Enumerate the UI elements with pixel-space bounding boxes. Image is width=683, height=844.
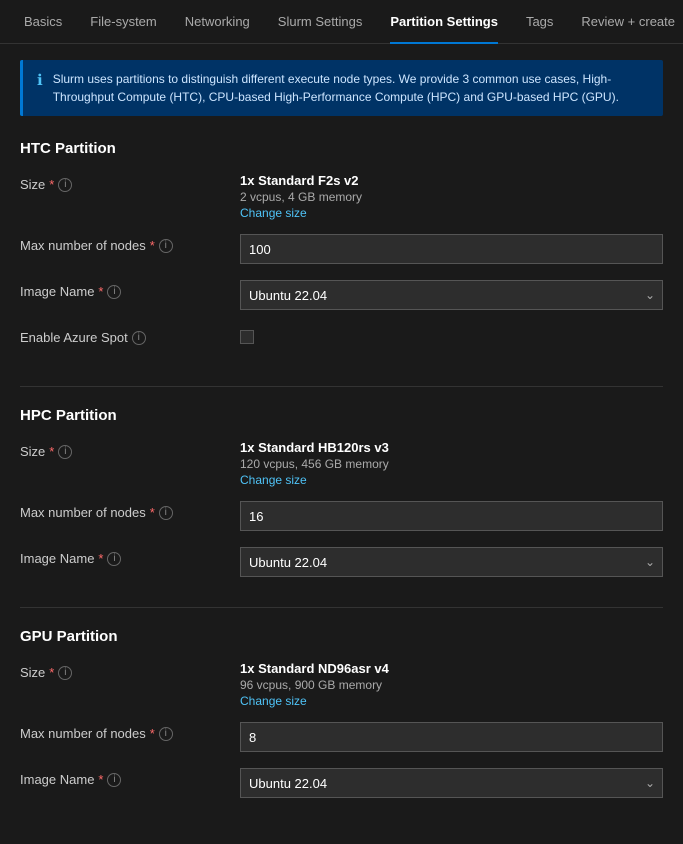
htc-size-row: Size * i 1x Standard F2s v2 2 vcpus, 4 G… — [20, 173, 663, 220]
gpu-size-label: Size * i — [20, 661, 240, 680]
htc-size-display: 1x Standard F2s v2 2 vcpus, 4 GB memory … — [240, 173, 663, 220]
hpc-max-nodes-row: Max number of nodes * i — [20, 501, 663, 533]
htc-max-nodes-control — [240, 234, 663, 264]
htc-azure-spot-checkbox[interactable] — [240, 330, 254, 344]
hpc-max-nodes-label: Max number of nodes * i — [20, 501, 240, 520]
htc-size-required: * — [49, 177, 54, 192]
gpu-max-nodes-row: Max number of nodes * i — [20, 722, 663, 754]
hpc-size-display: 1x Standard HB120rs v3 120 vcpus, 456 GB… — [240, 440, 663, 487]
top-navigation: Basics File-system Networking Slurm Sett… — [0, 0, 683, 44]
gpu-image-required: * — [98, 772, 103, 787]
gpu-partition-title: GPU Partition — [20, 628, 663, 645]
htc-image-required: * — [98, 284, 103, 299]
hpc-max-nodes-input[interactable] — [240, 501, 663, 531]
hpc-size-name: 1x Standard HB120rs v3 — [240, 440, 663, 455]
htc-size-info-icon[interactable]: i — [58, 178, 72, 192]
htc-image-label: Image Name * i — [20, 280, 240, 299]
htc-azure-spot-info-icon[interactable]: i — [132, 331, 146, 345]
gpu-change-size-link[interactable]: Change size — [240, 694, 663, 708]
nav-filesystem[interactable]: File-system — [78, 0, 168, 44]
gpu-size-name: 1x Standard ND96asr v4 — [240, 661, 663, 676]
info-banner-text: Slurm uses partitions to distinguish dif… — [53, 70, 649, 106]
gpu-partition-section: GPU Partition Size * i 1x Standard ND96a… — [20, 628, 663, 800]
htc-image-select[interactable]: Ubuntu 22.04 — [240, 280, 663, 310]
htc-size-label: Size * i — [20, 173, 240, 192]
nav-review-create[interactable]: Review + create — [569, 0, 683, 44]
htc-size-name: 1x Standard F2s v2 — [240, 173, 663, 188]
hpc-size-info-icon[interactable]: i — [58, 445, 72, 459]
gpu-image-row: Image Name * i Ubuntu 22.04 ⌄ — [20, 768, 663, 800]
hpc-image-control: Ubuntu 22.04 ⌄ — [240, 547, 663, 577]
nav-networking[interactable]: Networking — [173, 0, 262, 44]
htc-image-row: Image Name * i Ubuntu 22.04 ⌄ — [20, 280, 663, 312]
gpu-size-specs: 96 vcpus, 900 GB memory — [240, 678, 663, 692]
gpu-image-label: Image Name * i — [20, 768, 240, 787]
gpu-max-nodes-control — [240, 722, 663, 752]
gpu-size-display: 1x Standard ND96asr v4 96 vcpus, 900 GB … — [240, 661, 663, 708]
htc-max-nodes-label: Max number of nodes * i — [20, 234, 240, 253]
htc-size-specs: 2 vcpus, 4 GB memory — [240, 190, 663, 204]
hpc-change-size-link[interactable]: Change size — [240, 473, 663, 487]
hpc-size-required: * — [49, 444, 54, 459]
nav-slurm-settings[interactable]: Slurm Settings — [266, 0, 375, 44]
nav-tags[interactable]: Tags — [514, 0, 565, 44]
gpu-size-row: Size * i 1x Standard ND96asr v4 96 vcpus… — [20, 661, 663, 708]
gpu-max-nodes-input[interactable] — [240, 722, 663, 752]
hpc-partition-title: HPC Partition — [20, 407, 663, 424]
htc-azure-spot-label: Enable Azure Spot i — [20, 326, 240, 345]
hpc-size-specs: 120 vcpus, 456 GB memory — [240, 457, 663, 471]
hpc-image-select[interactable]: Ubuntu 22.04 — [240, 547, 663, 577]
gpu-max-nodes-label: Max number of nodes * i — [20, 722, 240, 741]
htc-change-size-link[interactable]: Change size — [240, 206, 663, 220]
gpu-size-info-icon[interactable]: i — [58, 666, 72, 680]
nav-basics[interactable]: Basics — [12, 0, 74, 44]
htc-image-control: Ubuntu 22.04 ⌄ — [240, 280, 663, 310]
info-banner: ℹ Slurm uses partitions to distinguish d… — [20, 60, 663, 116]
htc-azure-spot-control — [240, 326, 663, 344]
htc-max-nodes-required: * — [150, 238, 155, 253]
hpc-size-row: Size * i 1x Standard HB120rs v3 120 vcpu… — [20, 440, 663, 487]
htc-max-nodes-input[interactable] — [240, 234, 663, 264]
hpc-image-row: Image Name * i Ubuntu 22.04 ⌄ — [20, 547, 663, 579]
hpc-gpu-divider — [20, 607, 663, 608]
hpc-max-nodes-control — [240, 501, 663, 531]
hpc-image-label: Image Name * i — [20, 547, 240, 566]
hpc-partition-section: HPC Partition Size * i 1x Standard HB120… — [20, 407, 663, 579]
gpu-image-control: Ubuntu 22.04 ⌄ — [240, 768, 663, 798]
htc-hpc-divider — [20, 386, 663, 387]
gpu-image-info-icon[interactable]: i — [107, 773, 121, 787]
nav-partition-settings[interactable]: Partition Settings — [378, 0, 510, 44]
info-banner-icon: ℹ — [37, 71, 43, 89]
gpu-max-nodes-required: * — [150, 726, 155, 741]
hpc-size-label: Size * i — [20, 440, 240, 459]
hpc-max-nodes-info-icon[interactable]: i — [159, 506, 173, 520]
hpc-image-required: * — [98, 551, 103, 566]
htc-max-nodes-row: Max number of nodes * i — [20, 234, 663, 266]
htc-partition-title: HTC Partition — [20, 140, 663, 157]
hpc-image-info-icon[interactable]: i — [107, 552, 121, 566]
hpc-max-nodes-required: * — [150, 505, 155, 520]
htc-azure-spot-row: Enable Azure Spot i — [20, 326, 663, 358]
htc-image-info-icon[interactable]: i — [107, 285, 121, 299]
htc-max-nodes-info-icon[interactable]: i — [159, 239, 173, 253]
gpu-image-select[interactable]: Ubuntu 22.04 — [240, 768, 663, 798]
htc-partition-section: HTC Partition Size * i 1x Standard F2s v… — [20, 140, 663, 358]
main-content: ℹ Slurm uses partitions to distinguish d… — [0, 44, 683, 844]
gpu-size-required: * — [49, 665, 54, 680]
